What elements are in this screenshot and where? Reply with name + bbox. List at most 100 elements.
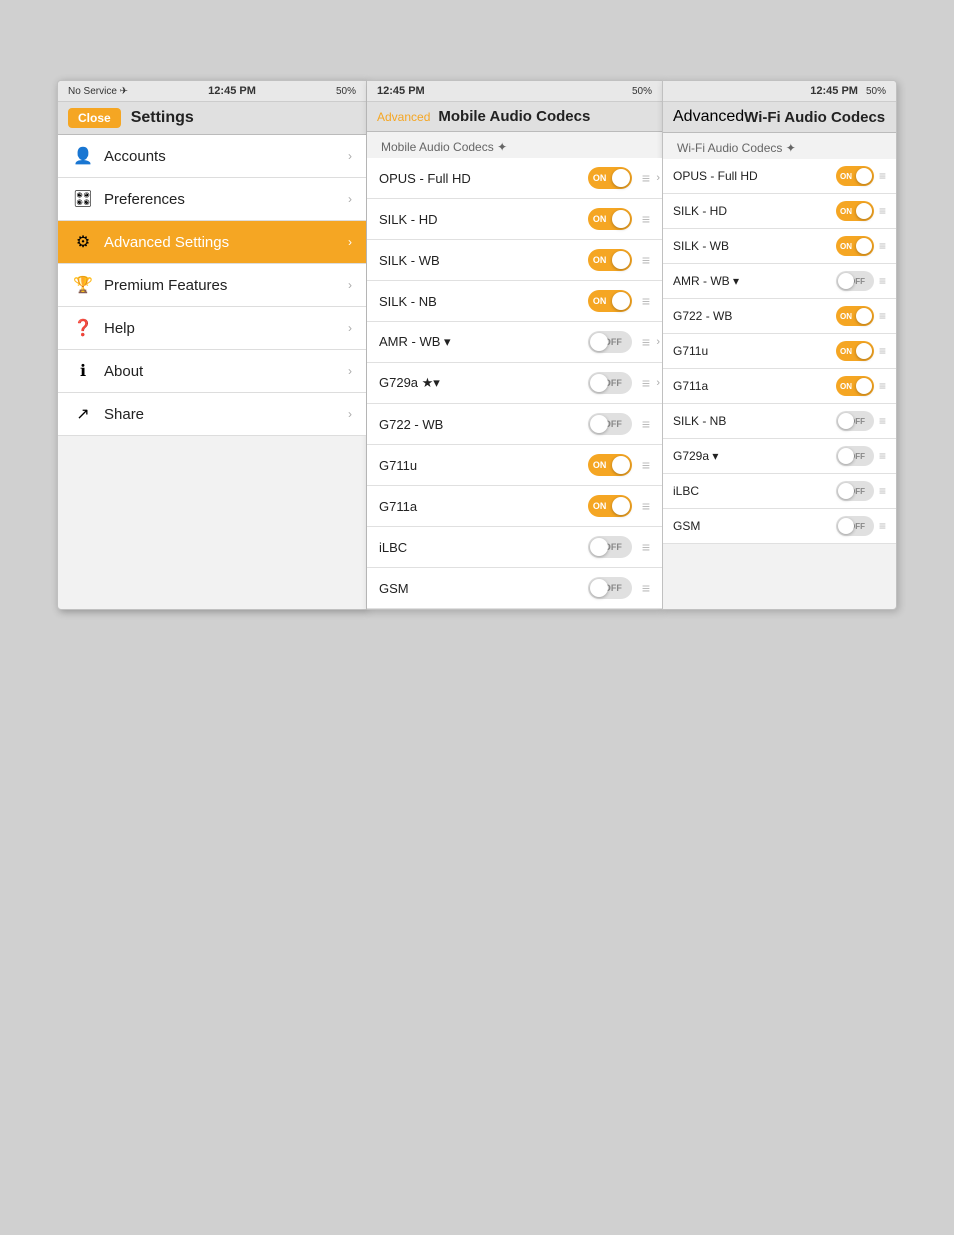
wifi-codec-ilbc[interactable]: iLBC ≡ bbox=[663, 474, 896, 509]
wifi-codec-gsm[interactable]: GSM ≡ bbox=[663, 509, 896, 544]
wifi-codec-silk-wb[interactable]: SILK - WB ≡ bbox=[663, 229, 896, 264]
toggle-off-sm[interactable] bbox=[836, 271, 874, 291]
mobile-codec-g722-wb[interactable]: G722 - WB ≡ bbox=[367, 404, 662, 445]
sidebar-item-accounts[interactable]: 👤 Accounts › bbox=[58, 135, 366, 178]
drag-handle[interactable]: ≡ bbox=[642, 211, 650, 227]
codec-name: SILK - HD bbox=[379, 212, 588, 227]
toggle-off-sm[interactable] bbox=[836, 481, 874, 501]
mobile-codec-g711a[interactable]: G711a ≡ bbox=[367, 486, 662, 527]
drag-handle-sm[interactable]: ≡ bbox=[879, 414, 886, 428]
drag-handle[interactable]: ≡ bbox=[642, 170, 650, 186]
codec-name: iLBC bbox=[673, 484, 836, 498]
toggle-off[interactable] bbox=[588, 331, 632, 353]
toggle-off-sm[interactable] bbox=[836, 411, 874, 431]
accounts-icon: 👤 bbox=[72, 145, 94, 167]
toggle-off[interactable] bbox=[588, 536, 632, 558]
wifi-codec-opus-fullhd[interactable]: OPUS - Full HD ≡ bbox=[663, 159, 896, 194]
mobile-codec-silk-wb[interactable]: SILK - WB ≡ bbox=[367, 240, 662, 281]
drag-handle-sm[interactable]: ≡ bbox=[879, 169, 886, 183]
mobile-codec-silk-nb[interactable]: SILK - NB ≡ bbox=[367, 281, 662, 322]
sidebar-item-premium[interactable]: 🏆 Premium Features › bbox=[58, 264, 366, 307]
codec-chevron-icon: › bbox=[656, 377, 660, 389]
wifi-nav-bar: Advanced Wi-Fi Audio Codecs bbox=[663, 102, 896, 133]
drag-handle-sm[interactable]: ≡ bbox=[879, 274, 886, 288]
mobile-codec-amr-wb[interactable]: AMR - WB ▾ ≡ › bbox=[367, 322, 662, 363]
wifi-codec-silk-nb[interactable]: SILK - NB ≡ bbox=[663, 404, 896, 439]
drag-handle-sm[interactable]: ≡ bbox=[879, 344, 886, 358]
drag-handle-sm[interactable]: ≡ bbox=[879, 379, 886, 393]
toggle-on[interactable] bbox=[588, 249, 632, 271]
toggle-on-sm[interactable] bbox=[836, 341, 874, 361]
toggle-on-sm[interactable] bbox=[836, 236, 874, 256]
drag-handle[interactable]: ≡ bbox=[642, 375, 650, 391]
mobile-codec-ilbc[interactable]: iLBC ≡ bbox=[367, 527, 662, 568]
sidebar-item-about[interactable]: ℹ About › bbox=[58, 350, 366, 393]
drag-handle[interactable]: ≡ bbox=[642, 252, 650, 268]
toggle-off[interactable] bbox=[588, 577, 632, 599]
toggle-on[interactable] bbox=[588, 495, 632, 517]
wifi-codec-g722-wb[interactable]: G722 - WB ≡ bbox=[663, 299, 896, 334]
sidebar-item-share[interactable]: ↗ Share › bbox=[58, 393, 366, 436]
toggle-off[interactable] bbox=[588, 413, 632, 435]
drag-handle[interactable]: ≡ bbox=[642, 498, 650, 514]
wifi-codec-list: OPUS - Full HD ≡ SILK - HD ≡ SILK - WB ≡… bbox=[663, 159, 896, 544]
toggle-on[interactable] bbox=[588, 290, 632, 312]
codec-name: SILK - HD bbox=[673, 204, 836, 218]
toggle-off-sm[interactable] bbox=[836, 446, 874, 466]
drag-handle[interactable]: ≡ bbox=[642, 539, 650, 555]
toggle-off-sm[interactable] bbox=[836, 516, 874, 536]
toggle-on[interactable] bbox=[588, 208, 632, 230]
drag-handle-sm[interactable]: ≡ bbox=[879, 309, 886, 323]
mobile-codec-g711u[interactable]: G711u ≡ bbox=[367, 445, 662, 486]
drag-handle[interactable]: ≡ bbox=[642, 416, 650, 432]
time-display: 12:45 PM bbox=[208, 85, 256, 97]
drag-handle-sm[interactable]: ≡ bbox=[879, 204, 886, 218]
drag-handle-sm[interactable]: ≡ bbox=[879, 519, 886, 533]
codec-name: G722 - WB bbox=[673, 309, 836, 323]
mobile-back-button[interactable]: Advanced bbox=[377, 110, 430, 124]
toggle-off[interactable] bbox=[588, 372, 632, 394]
wifi-codec-amr-wb[interactable]: AMR - WB ▾ ≡ bbox=[663, 264, 896, 299]
toggle-on-sm[interactable] bbox=[836, 306, 874, 326]
premium-icon: 🏆 bbox=[72, 274, 94, 296]
accounts-label: Accounts bbox=[104, 148, 348, 165]
mobile-codec-g729a[interactable]: G729a ★▾ ≡ › bbox=[367, 363, 662, 404]
wifi-status-bar: 12:45 PM 50% bbox=[663, 81, 896, 102]
toggle-on-sm[interactable] bbox=[836, 376, 874, 396]
sidebar-item-advanced[interactable]: ⚙ Advanced Settings › bbox=[58, 221, 366, 264]
drag-handle-sm[interactable]: ≡ bbox=[879, 239, 886, 253]
codec-name: SILK - WB bbox=[673, 239, 836, 253]
mobile-codec-gsm[interactable]: GSM ≡ bbox=[367, 568, 662, 609]
settings-nav-bar: Close Settings bbox=[58, 102, 366, 135]
wifi-back-button[interactable]: Advanced bbox=[673, 108, 744, 126]
drag-handle-sm[interactable]: ≡ bbox=[879, 484, 886, 498]
toggle-on-sm[interactable] bbox=[836, 201, 874, 221]
sidebar-item-help[interactable]: ❓ Help › bbox=[58, 307, 366, 350]
wifi-codec-g711a[interactable]: G711a ≡ bbox=[663, 369, 896, 404]
codec-name: AMR - WB ▾ bbox=[379, 334, 588, 350]
toggle-on-sm[interactable] bbox=[836, 166, 874, 186]
close-button[interactable]: Close bbox=[68, 108, 121, 128]
premium-chevron: › bbox=[348, 278, 352, 292]
wifi-codec-g729a[interactable]: G729a ▾ ≡ bbox=[663, 439, 896, 474]
sidebar-item-preferences[interactable]: 🎛 Preferences › bbox=[58, 178, 366, 221]
codec-name: G711u bbox=[379, 458, 588, 473]
accounts-chevron: › bbox=[348, 149, 352, 163]
drag-handle[interactable]: ≡ bbox=[642, 580, 650, 596]
help-chevron: › bbox=[348, 321, 352, 335]
toggle-on[interactable] bbox=[588, 167, 632, 189]
drag-handle[interactable]: ≡ bbox=[642, 334, 650, 350]
drag-handle-sm[interactable]: ≡ bbox=[879, 449, 886, 463]
codec-name: OPUS - Full HD bbox=[673, 169, 836, 183]
mobile-codec-opus-fullhd[interactable]: OPUS - Full HD ≡ › bbox=[367, 158, 662, 199]
mobile-codec-silk-hd[interactable]: SILK - HD ≡ bbox=[367, 199, 662, 240]
toggle-on[interactable] bbox=[588, 454, 632, 476]
wifi-codec-silk-hd[interactable]: SILK - HD ≡ bbox=[663, 194, 896, 229]
drag-handle[interactable]: ≡ bbox=[642, 457, 650, 473]
wifi-codec-g711u[interactable]: G711u ≡ bbox=[663, 334, 896, 369]
wifi-time: 12:45 PM bbox=[810, 85, 858, 97]
mobile-codecs-panel: 12:45 PM 50% Advanced Mobile Audio Codec… bbox=[367, 80, 662, 610]
codec-name: G711a bbox=[673, 379, 836, 393]
drag-handle[interactable]: ≡ bbox=[642, 293, 650, 309]
preferences-icon: 🎛 bbox=[72, 188, 94, 210]
